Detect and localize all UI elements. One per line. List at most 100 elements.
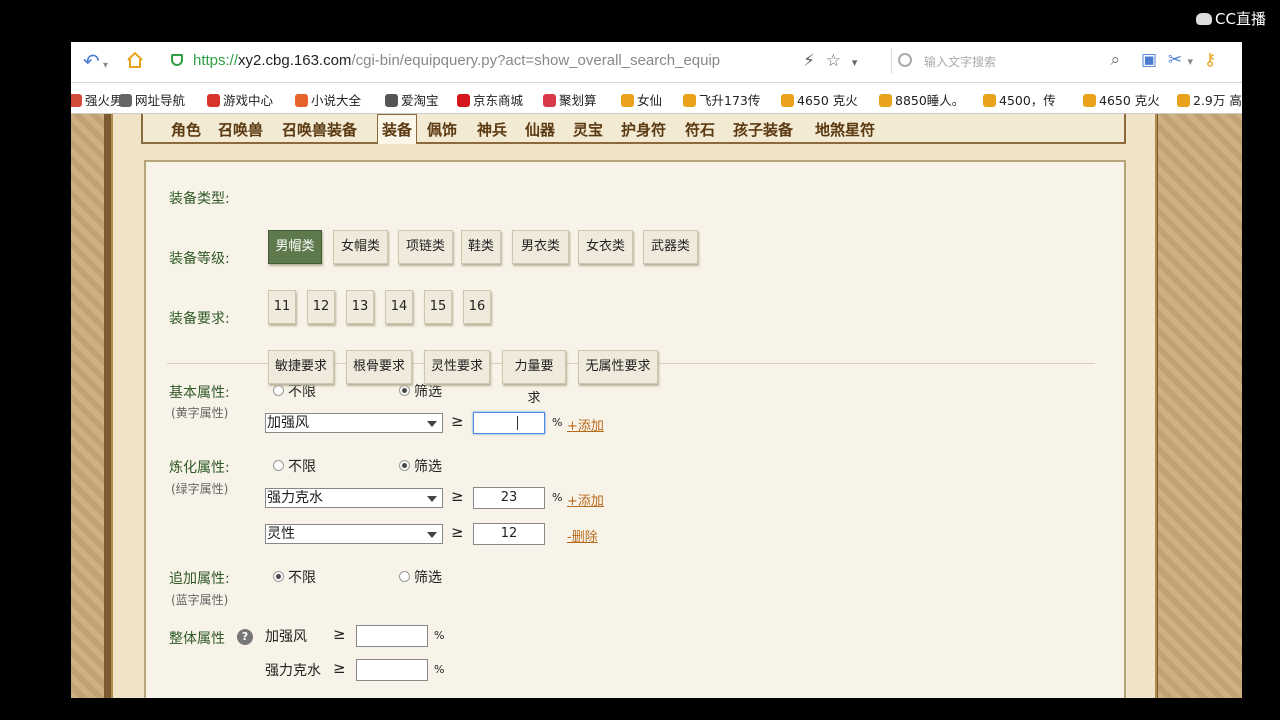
chevron-down-icon[interactable]: ▾ xyxy=(103,56,108,76)
toolbar-icons: ⚡ ☆ ▾ xyxy=(803,51,857,71)
add-unlimited-radio[interactable]: 不限 xyxy=(273,567,316,587)
basic-attr-select[interactable]: 加强风 xyxy=(265,413,443,433)
bookmark-label: 飞升173传 xyxy=(699,93,761,108)
type-button[interactable]: 武器类 xyxy=(643,230,698,264)
level-button[interactable]: 11 xyxy=(268,290,296,324)
type-button[interactable]: 男衣类 xyxy=(512,230,569,264)
add-filter-radio[interactable]: 筛选 xyxy=(399,567,442,587)
scissors-icon[interactable]: ✂ xyxy=(1168,50,1182,70)
star-icon[interactable]: ☆ xyxy=(826,51,841,71)
type-button[interactable]: 项链类 xyxy=(398,230,453,264)
tab-7[interactable]: 灵宝 xyxy=(573,119,603,140)
lianhua-delete-link[interactable]: -删除 xyxy=(567,526,598,545)
requirement-button[interactable]: 灵性要求 xyxy=(424,350,490,384)
tab-8[interactable]: 护身符 xyxy=(621,119,666,140)
bookmark-item[interactable]: 飞升173传 xyxy=(683,90,760,109)
ge-sign: ≥ xyxy=(451,412,464,430)
tab-6[interactable]: 仙器 xyxy=(525,119,555,140)
level-button[interactable]: 16 xyxy=(463,290,491,324)
bookmark-item[interactable]: 强火男 xyxy=(71,90,123,109)
type-button[interactable]: 男帽类 xyxy=(268,230,322,264)
bookmark-item[interactable]: 2.9万 高 xyxy=(1177,90,1242,109)
bookmark-icon xyxy=(781,94,794,107)
overall-value-input[interactable] xyxy=(356,625,428,647)
ge-sign: ≥ xyxy=(451,487,464,505)
basic-add-link[interactable]: +添加 xyxy=(567,415,604,434)
bookmark-item[interactable]: 京东商城 xyxy=(457,90,523,109)
requirement-button[interactable]: 敏捷要求 xyxy=(268,350,334,384)
tab-10[interactable]: 孩子装备 xyxy=(733,119,793,140)
key-icon[interactable]: ⚷ xyxy=(1204,50,1216,70)
type-button[interactable]: 鞋类 xyxy=(461,230,501,264)
bookmark-item[interactable]: 4500，传 xyxy=(983,90,1056,109)
bookmark-item[interactable]: 聚划算 xyxy=(543,90,597,109)
overall-value-input[interactable] xyxy=(356,659,428,681)
type-button[interactable]: 女帽类 xyxy=(333,230,388,264)
home-icon[interactable] xyxy=(127,52,143,68)
type-button[interactable]: 女衣类 xyxy=(578,230,633,264)
basic-attr-value-input[interactable] xyxy=(473,412,545,434)
tab-0[interactable]: 角色 xyxy=(171,119,201,140)
bookmark-item[interactable]: 4650 克火 xyxy=(781,90,858,109)
bookmark-item[interactable]: 女仙 xyxy=(621,90,662,109)
requirement-button[interactable]: 力量要求 xyxy=(502,350,566,406)
lianhua-unlimited-radio[interactable]: 不限 xyxy=(273,456,316,476)
bookmark-item[interactable]: 8850睡人。 xyxy=(879,90,964,109)
level-button[interactable]: 12 xyxy=(307,290,335,324)
bookmark-label: 网址导航 xyxy=(135,93,186,108)
bookmark-label: 聚划算 xyxy=(559,93,597,108)
lianhua-value-input[interactable]: 23 xyxy=(473,487,545,509)
bookmark-label: 强火男 xyxy=(85,93,123,108)
bookmarks-bar: 强火男 网址导航 游戏中心 小说大全 爱淘宝 京东商城 聚划算 女仙 飞升173传 4650 克火… xyxy=(71,83,1242,114)
extension-icons: ▣ ✂ ▾ ⚷ xyxy=(1141,50,1216,70)
tab-3[interactable]: 装备 xyxy=(377,114,418,144)
level-button[interactable]: 15 xyxy=(424,290,452,324)
radio-icon xyxy=(273,385,284,396)
tab-2[interactable]: 召唤兽装备 xyxy=(282,119,357,140)
bookmark-label: 爱淘宝 xyxy=(401,93,439,108)
sidebar-icon[interactable]: ▣ xyxy=(1141,50,1157,70)
basic-filter-radio[interactable]: 筛选 xyxy=(399,381,442,401)
search-placeholder: 输入文字搜索 xyxy=(924,55,997,69)
lianhua-value-input[interactable]: 12 xyxy=(473,523,545,545)
search-icon[interactable]: ⌕ xyxy=(1110,50,1120,70)
chevron-down-icon[interactable]: ▾ xyxy=(1188,55,1194,68)
tab-5[interactable]: 神兵 xyxy=(477,119,507,140)
lianhua-attr-select[interactable]: 强力克水 xyxy=(265,488,443,508)
bookmark-icon xyxy=(983,94,996,107)
undo-icon[interactable]: ↶ xyxy=(83,51,100,71)
lightning-icon[interactable]: ⚡ xyxy=(803,51,815,71)
chevron-down-icon xyxy=(427,532,437,538)
ge-sign: ≥ xyxy=(451,523,464,541)
select-text: 灵性 xyxy=(267,526,295,542)
lianhua-attr-select[interactable]: 灵性 xyxy=(265,524,443,544)
bookmark-item[interactable]: 4650 克火 xyxy=(1083,90,1160,109)
bookmark-item[interactable]: 爱淘宝 xyxy=(385,90,439,109)
url-field[interactable]: https://xy2.cbg.163.com/cgi-bin/equipque… xyxy=(165,48,761,74)
bookmark-icon xyxy=(457,94,470,107)
tab-11[interactable]: 地煞星符 xyxy=(815,119,875,140)
tab-4[interactable]: 佩饰 xyxy=(427,119,457,140)
requirement-button[interactable]: 根骨要求 xyxy=(346,350,412,384)
page-background: 角色 召唤兽 召唤兽装备 装备 佩饰 神兵 仙器 灵宝 护身符 符石 孩子装备 地煞星符 装备类型: … xyxy=(71,114,1242,698)
basic-attr-sub: (黄字属性) xyxy=(171,406,229,420)
chevron-down-icon[interactable]: ▾ xyxy=(852,56,858,69)
search-box[interactable]: 输入文字搜索 ⌕ xyxy=(891,48,1122,74)
bookmark-label: 4500，传 xyxy=(999,93,1056,108)
bookmark-icon xyxy=(1177,94,1190,107)
level-button[interactable]: 13 xyxy=(346,290,374,324)
tab-1[interactable]: 召唤兽 xyxy=(218,119,263,140)
type-label: 装备类型: xyxy=(169,191,230,207)
bookmark-item[interactable]: 网址导航 xyxy=(119,90,185,109)
tab-9[interactable]: 符石 xyxy=(685,119,715,140)
level-button[interactable]: 14 xyxy=(385,290,413,324)
requirement-button[interactable]: 无属性要求 xyxy=(578,350,658,384)
bookmark-icon xyxy=(385,94,398,107)
basic-unlimited-radio[interactable]: 不限 xyxy=(273,381,316,401)
help-icon[interactable]: ? xyxy=(237,629,253,645)
bookmark-item[interactable]: 小说大全 xyxy=(295,90,361,109)
lianhua-add-link[interactable]: +添加 xyxy=(567,490,604,509)
bookmark-item[interactable]: 游戏中心 xyxy=(207,90,273,109)
lianhua-filter-radio[interactable]: 筛选 xyxy=(399,456,442,476)
lianhua-attr-sub: (绿字属性) xyxy=(171,482,229,496)
